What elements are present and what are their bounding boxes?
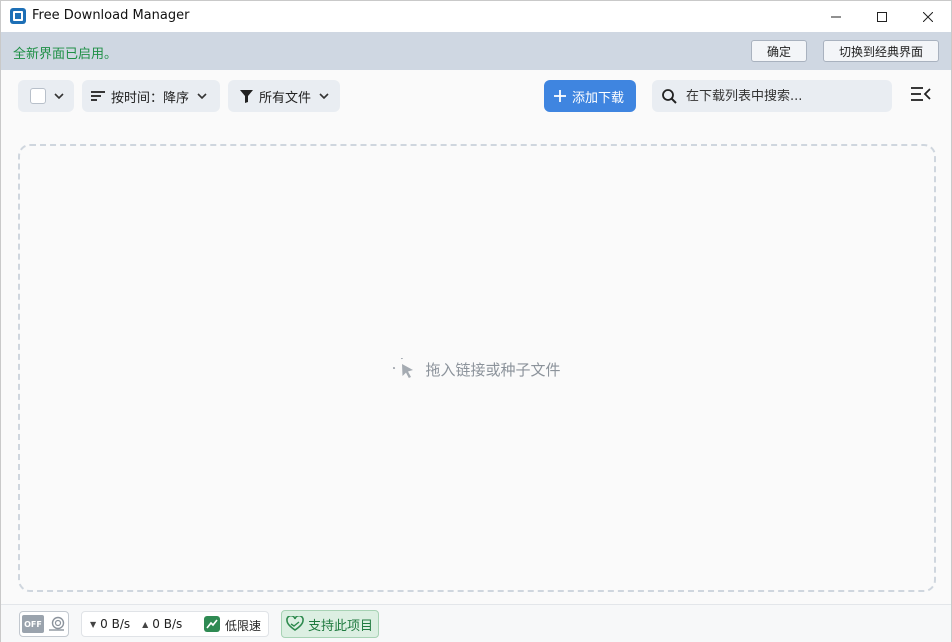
upload-arrow-icon: ▲ [142,619,149,629]
speed-mode-toggle[interactable]: OFF [19,611,69,637]
menu-collapse-icon [911,87,931,101]
download-speed: 0 B/s [100,617,131,631]
support-project-button[interactable]: 支持此项目 [281,610,379,638]
add-download-button[interactable]: 添加下载 [544,80,636,112]
maximize-button[interactable] [859,1,905,32]
cursor-click-icon [393,358,414,378]
toolbar: 按时间：降序 所有文件 添加下载 [1,70,951,122]
chevron-down-icon [319,93,329,99]
select-all-checkbox[interactable] [30,88,46,104]
plus-icon [554,90,566,102]
minimize-icon [831,16,841,17]
status-bar: OFF ▼ 0 B/s ▲ 0 B/s 低限速 支持此项目 [1,604,951,642]
drop-zone[interactable]: 拖入链接或种子文件 [18,144,936,592]
search-input[interactable] [686,88,886,104]
notification-bar: 全新界面已启用。 确定 切换到经典界面 [1,32,951,70]
app-window: Free Download Manager 全新界面已启用。 确定 切换到经典界… [0,0,952,642]
download-arrow-icon: ▼ [90,619,97,629]
chevron-down-icon [197,93,207,99]
select-all-dropdown[interactable] [18,80,74,112]
filter-label: 所有文件 [259,90,312,106]
notification-message: 全新界面已启用。 [13,47,118,62]
drop-hint-text: 拖入链接或种子文件 [425,360,561,379]
app-icon [10,8,26,24]
add-download-label: 添加下载 [572,90,625,106]
menu-button[interactable] [911,86,935,106]
drop-hint: 拖入链接或种子文件 [20,358,934,380]
search-box [652,80,892,112]
heart-hands-icon [286,616,304,631]
upload-speed: 0 B/s [152,617,183,631]
sort-label: 按时间：降序 [111,90,190,106]
maximize-icon [877,11,887,22]
speed-indicator: ▼ 0 B/s ▲ 0 B/s 低限速 [81,611,269,637]
chevron-down-icon [54,93,64,99]
filter-dropdown[interactable]: 所有文件 [228,80,340,112]
snail-icon [49,616,65,631]
funnel-icon [240,89,253,103]
switch-classic-ui-button[interactable]: 切换到经典界面 [823,40,939,62]
sort-lines-icon [91,91,105,101]
toggle-off-label: OFF [22,615,44,633]
sort-dropdown[interactable]: 按时间：降序 [82,80,220,112]
search-icon [662,88,677,104]
chart-up-icon[interactable] [204,616,220,632]
title-bar: Free Download Manager [1,1,951,32]
close-icon [923,11,933,22]
minimize-button[interactable] [813,1,859,32]
window-title: Free Download Manager [32,8,190,23]
low-speed-label[interactable]: 低限速 [225,617,261,634]
close-button[interactable] [905,1,951,32]
support-label: 支持此项目 [308,618,374,634]
confirm-button[interactable]: 确定 [751,40,807,62]
